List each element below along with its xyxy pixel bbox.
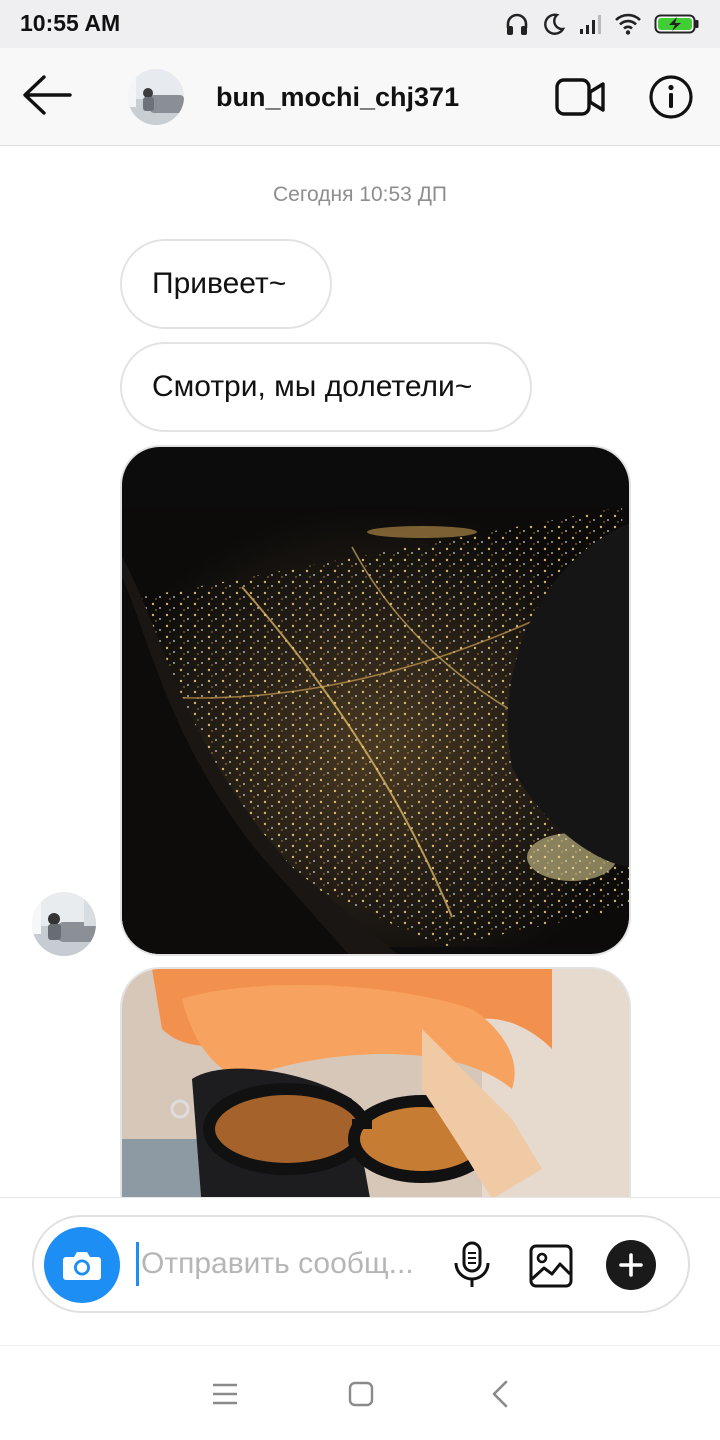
nav-menu-button[interactable] [210, 1380, 240, 1408]
back-button[interactable] [20, 72, 74, 118]
moon-icon [542, 12, 566, 36]
sender-avatar[interactable] [32, 892, 96, 956]
message-bubble[interactable]: Привеет~ [120, 239, 332, 329]
info-button[interactable] [648, 74, 694, 120]
nav-back-button[interactable] [486, 1379, 514, 1409]
home-icon [348, 1381, 374, 1407]
message-input[interactable] [136, 1242, 436, 1286]
signal-icon [578, 12, 602, 36]
chat-timestamp: Сегодня 10:53 ДП [272, 183, 448, 206]
wifi-icon [614, 12, 642, 36]
system-nav-bar [0, 1345, 720, 1440]
headphones-icon [504, 11, 530, 37]
status-icons [504, 8, 700, 40]
menu-icon [213, 1383, 237, 1405]
gallery-button[interactable] [528, 1243, 574, 1289]
message-photo[interactable] [120, 445, 631, 956]
camera-icon [63, 1252, 101, 1280]
status-bar: 10:55 AM [0, 0, 720, 48]
plus-icon [619, 1253, 643, 1277]
microphone-button[interactable] [452, 1241, 492, 1289]
more-options-button[interactable] [606, 1240, 656, 1290]
info-icon [649, 75, 693, 119]
header-avatar[interactable] [128, 69, 184, 125]
night-city-photo [122, 447, 629, 954]
message-text: Смотри, мы долетели~ [152, 370, 473, 403]
video-camera-icon [555, 78, 605, 116]
camera-button[interactable] [44, 1227, 120, 1303]
chat-header: bun_mochi_chj371 [0, 48, 720, 146]
back-arrow-icon [23, 75, 72, 115]
back-icon [492, 1380, 508, 1408]
message-bubble[interactable]: Смотри, мы долетели~ [120, 342, 532, 432]
nav-home-button[interactable] [347, 1380, 375, 1408]
battery-charging-icon [654, 12, 700, 36]
status-time: 10:55 AM [20, 10, 121, 36]
video-call-button[interactable] [554, 76, 606, 118]
microphone-icon [454, 1241, 490, 1287]
gallery-icon [529, 1244, 573, 1288]
header-username[interactable]: bun_mochi_chj371 [216, 82, 459, 113]
message-text: Привеет~ [152, 267, 287, 300]
message-composer [32, 1215, 690, 1313]
